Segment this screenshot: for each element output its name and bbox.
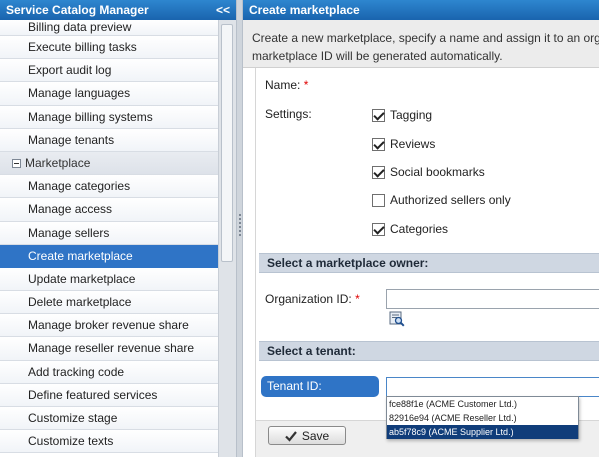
org-id-label: Organization ID: * xyxy=(265,292,360,306)
sidebar-item-manage-billing-systems[interactable]: Manage billing systems xyxy=(0,105,218,129)
sidebar-item-label: Manage categories xyxy=(28,179,131,194)
org-id-label-text: Organization ID: xyxy=(265,292,352,306)
reviews-label: Reviews xyxy=(390,137,436,151)
setting-authorized-sellers-only[interactable]: Authorized sellers only xyxy=(372,192,511,208)
owner-section-header: Select a marketplace owner: xyxy=(259,253,599,273)
save-button[interactable]: Save xyxy=(268,426,346,445)
save-check-icon xyxy=(285,430,297,442)
intro-line-1: Create a new marketplace, specify a name… xyxy=(252,31,599,45)
organization-id-input[interactable] xyxy=(386,289,599,309)
sidebar-item-label: Manage billing systems xyxy=(28,109,153,124)
name-label: Name: * xyxy=(265,78,308,92)
tenant-option[interactable]: ab5f78c9 (ACME Supplier Ltd.) xyxy=(387,425,578,439)
sidebar-item-manage-broker-revenue-share[interactable]: Manage broker revenue share xyxy=(0,314,218,338)
sidebar-scrollbar[interactable] xyxy=(218,20,236,457)
tenant-section-header: Select a tenant: xyxy=(259,341,599,361)
sidebar-item-manage-access[interactable]: Manage access xyxy=(0,198,218,222)
sidebar-header: Service Catalog Manager << xyxy=(0,0,236,20)
sidebar-item-add-tracking-code[interactable]: Add tracking code xyxy=(0,360,218,384)
sidebar-item-label: Delete marketplace xyxy=(28,295,132,310)
sidebar-item-label: Manage sellers xyxy=(28,225,110,240)
tenant-id-label: Tenant ID: xyxy=(261,376,379,397)
authorized-sellers-only-checkbox[interactable] xyxy=(372,193,385,207)
sidebar-item-label: Customize stage xyxy=(28,411,118,425)
organization-lookup-icon[interactable] xyxy=(389,311,405,327)
tagging-checkbox[interactable] xyxy=(372,108,385,122)
tenant-id-input[interactable] xyxy=(386,377,599,397)
reviews-checkbox[interactable] xyxy=(372,137,385,151)
name-label-text: Name: xyxy=(265,78,301,92)
intro-text: Create a new marketplace, specify a name… xyxy=(243,20,599,68)
sidebar-item-billing-data-preview[interactable]: Billing data preview xyxy=(0,20,218,36)
sidebar-item-define-featured-services[interactable]: Define featured services xyxy=(0,383,218,407)
sidebar-item-delete-marketplace[interactable]: Delete marketplace xyxy=(0,291,218,315)
sidebar-menu: Billing data preview Execute billing task… xyxy=(0,20,218,457)
sidebar-item-label: Manage access xyxy=(28,202,113,217)
page-title: Create marketplace xyxy=(243,0,599,20)
collapse-sidebar-button[interactable]: << xyxy=(216,0,230,20)
sidebar-item-label: Manage tenants xyxy=(28,132,115,147)
setting-categories[interactable]: Categories xyxy=(372,221,448,237)
sidebar-item-create-marketplace[interactable]: Create marketplace xyxy=(0,244,218,268)
setting-reviews[interactable]: Reviews xyxy=(372,136,435,152)
sidebar-item-label: Customize texts xyxy=(28,434,114,449)
sidebar-item-label: Billing data preview xyxy=(28,20,132,34)
main-panel: Create marketplace Create a new marketpl… xyxy=(243,0,599,457)
name-input[interactable] xyxy=(386,74,599,94)
sidebar-item-customize-texts[interactable]: Customize texts xyxy=(0,430,218,454)
sidebar-item-update-marketplace[interactable]: Update marketplace xyxy=(0,267,218,292)
tenant-option[interactable]: 82916e94 (ACME Reseller Ltd.) xyxy=(387,411,578,425)
categories-label: Categories xyxy=(390,222,449,236)
social-bookmarks-label: Social bookmarks xyxy=(390,165,485,179)
sidebar-item-manage-sellers[interactable]: Manage sellers xyxy=(0,221,218,245)
sidebar: Service Catalog Manager << Billing data … xyxy=(0,0,236,457)
sidebar-item-export-audit-log[interactable]: Export audit log xyxy=(0,59,218,83)
required-marker: * xyxy=(355,292,360,306)
tagging-label: Tagging xyxy=(390,108,433,122)
sidebar-item-manage-tenants[interactable]: Manage tenants xyxy=(0,128,218,152)
sidebar-title: Service Catalog Manager xyxy=(6,3,149,17)
settings-label: Settings: xyxy=(265,107,312,121)
collapse-minus-icon[interactable] xyxy=(12,158,21,168)
required-marker: * xyxy=(303,78,309,92)
splitter-grip-icon xyxy=(239,214,241,238)
create-marketplace-form: Name: * Settings: Tagging Reviews Social b… xyxy=(255,68,599,457)
setting-social-bookmarks[interactable]: Social bookmarks xyxy=(372,164,485,180)
sidebar-item-manage-languages[interactable]: Manage languages xyxy=(0,82,218,106)
sidebar-item-label: Create marketplace xyxy=(28,248,133,263)
save-button-label: Save xyxy=(301,428,330,443)
sidebar-scrollbar-thumb[interactable] xyxy=(221,24,233,262)
sidebar-item-label: Define featured services xyxy=(28,387,158,402)
intro-line-2: marketplace ID will be generated automat… xyxy=(252,49,503,63)
setting-tagging[interactable]: Tagging xyxy=(372,107,432,123)
sidebar-item-manage-reseller-revenue-share[interactable]: Manage reseller revenue share xyxy=(0,337,218,361)
tenant-id-dropdown[interactable]: fce88f1e (ACME Customer Ltd.) 82916e94 (A… xyxy=(386,396,579,439)
sidebar-item-label: Manage languages xyxy=(28,86,131,101)
authorized-sellers-only-label: Authorized sellers only xyxy=(390,193,511,207)
sidebar-item-manage-categories[interactable]: Manage categories xyxy=(0,175,218,199)
sidebar-item-customize-stage[interactable]: Customize stage xyxy=(0,407,218,431)
social-bookmarks-checkbox[interactable] xyxy=(372,165,385,179)
categories-checkbox[interactable] xyxy=(372,222,385,236)
sidebar-item-label: Manage reseller revenue share xyxy=(28,341,195,356)
sidebar-item-execute-billing-tasks[interactable]: Execute billing tasks xyxy=(0,36,218,60)
sidebar-item-label: Marketplace xyxy=(25,155,91,170)
sidebar-item-label: Export audit log xyxy=(28,63,112,78)
sidebar-item-label: Add tracking code xyxy=(28,364,125,379)
sidebar-group-marketplace[interactable]: Marketplace xyxy=(0,151,218,176)
tenant-option[interactable]: fce88f1e (ACME Customer Ltd.) xyxy=(387,397,578,411)
panel-splitter[interactable] xyxy=(236,0,243,457)
sidebar-item-label: Execute billing tasks xyxy=(28,40,137,54)
sidebar-item-label: Manage broker revenue share xyxy=(28,318,189,333)
sidebar-item-label: Update marketplace xyxy=(28,271,136,286)
